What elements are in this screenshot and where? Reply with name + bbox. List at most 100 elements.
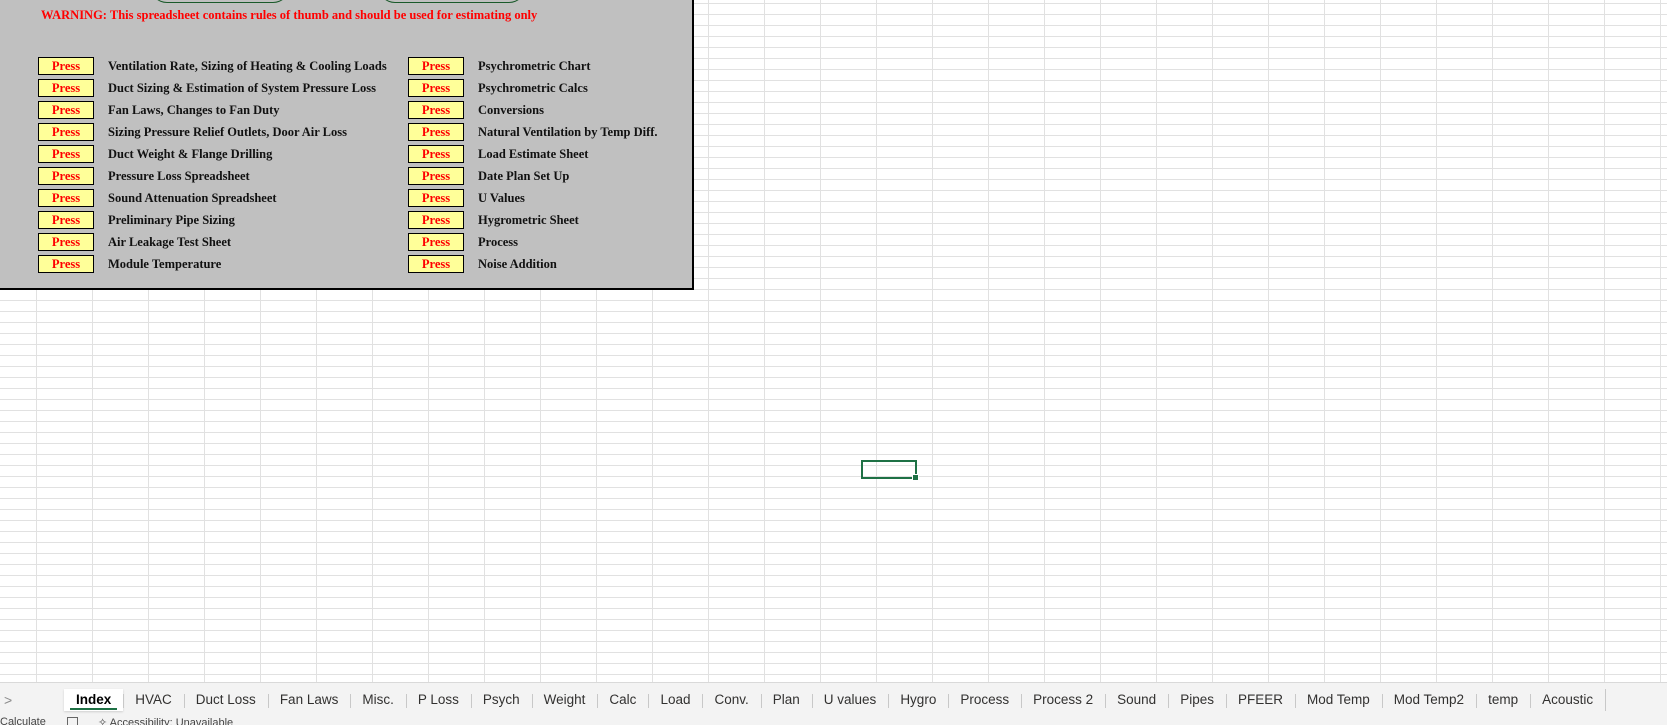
tab-duct-loss[interactable]: Duct Loss	[183, 689, 268, 711]
tab-label: Psych	[482, 691, 520, 707]
tab-acoustic[interactable]: Acoustic	[1530, 689, 1605, 711]
menu-row: Press Ventilation Rate, Sizing of Heating…	[38, 57, 387, 75]
status-bar: Calculate ✧ Accessibility: Unavailable	[0, 715, 1667, 725]
tab-label: Sound	[1117, 691, 1157, 707]
tab-pfeer[interactable]: PFEER	[1225, 689, 1295, 711]
menu-row: Press Preliminary Pipe Sizing	[38, 211, 235, 229]
sheet-view-icon[interactable]	[67, 717, 78, 725]
menu-label: Sizing Pressure Relief Outlets, Door Air…	[108, 124, 347, 139]
press-button[interactable]: Press	[38, 101, 94, 119]
tab-label: Calc	[609, 691, 637, 707]
tab-mod-temp2[interactable]: Mod Temp2	[1381, 689, 1476, 711]
tab-label: U values	[823, 691, 877, 707]
tab-label: Misc.	[362, 691, 394, 707]
menu-row: Press Fan Laws, Changes to Fan Duty	[38, 101, 280, 119]
press-button[interactable]: Press	[408, 255, 464, 273]
tab-label: Acoustic	[1542, 691, 1594, 707]
menu-label: Ventilation Rate, Sizing of Heating & Co…	[108, 58, 387, 73]
menu-label: Fan Laws, Changes to Fan Duty	[108, 102, 280, 117]
tab-label: PFEER	[1237, 691, 1283, 707]
decorative-shape	[150, 0, 290, 3]
menu-label: Duct Weight & Flange Drilling	[108, 146, 273, 161]
tab-label: Plan	[772, 691, 800, 707]
menu-label: Date Plan Set Up	[478, 168, 570, 183]
menu-row: Press Duct Weight & Flange Drilling	[38, 145, 272, 163]
tab-label: P Loss	[417, 691, 459, 707]
tab-load[interactable]: Load	[648, 689, 702, 711]
press-button[interactable]: Press	[38, 145, 94, 163]
menu-label: Noise Addition	[478, 256, 557, 271]
press-button[interactable]: Press	[408, 211, 464, 229]
tab-sound[interactable]: Sound	[1105, 689, 1168, 711]
press-button[interactable]: Press	[38, 255, 94, 273]
menu-row: Press Load Estimate Sheet	[408, 145, 588, 163]
index-panel: WARNING: This spreadsheet contains rules…	[0, 0, 694, 290]
press-button[interactable]: Press	[38, 233, 94, 251]
tab-weight[interactable]: Weight	[531, 689, 598, 711]
press-button[interactable]: Press	[38, 167, 94, 185]
tab-label: HVAC	[135, 691, 172, 707]
tab-temp[interactable]: temp	[1476, 689, 1530, 711]
tab-process[interactable]: Process	[948, 689, 1021, 711]
tab-pipes[interactable]: Pipes	[1168, 689, 1226, 711]
tab-process-2[interactable]: Process 2	[1021, 689, 1105, 711]
tab-calc[interactable]: Calc	[597, 689, 648, 711]
menu-label: Duct Sizing & Estimation of System Press…	[108, 80, 376, 95]
tab-conv[interactable]: Conv.	[702, 689, 760, 711]
press-button[interactable]: Press	[408, 189, 464, 207]
menu-row: Press Module Temperature	[38, 255, 221, 273]
tab-label: Mod Temp2	[1393, 691, 1465, 707]
press-button[interactable]: Press	[38, 211, 94, 229]
tab-label: Process	[960, 691, 1010, 707]
tab-mod-temp[interactable]: Mod Temp	[1294, 689, 1382, 711]
menu-label: Psychrometric Calcs	[478, 80, 588, 95]
press-button[interactable]: Press	[408, 167, 464, 185]
tab-hvac[interactable]: HVAC	[123, 689, 184, 711]
tab-fan-laws[interactable]: Fan Laws	[267, 689, 351, 711]
tab-psych[interactable]: Psych	[470, 689, 532, 711]
calculate-status[interactable]: Calculate	[0, 716, 46, 725]
press-button[interactable]: Press	[408, 57, 464, 75]
tab-label: Fan Laws	[279, 691, 339, 707]
tab-label: Mod Temp	[1306, 691, 1370, 707]
menu-label: Pressure Loss Spreadsheet	[108, 168, 250, 183]
menu-label: Module Temperature	[108, 256, 222, 271]
tab-label: temp	[1488, 691, 1519, 707]
press-button[interactable]: Press	[38, 123, 94, 141]
tab-plan[interactable]: Plan	[760, 689, 812, 711]
tab-hygro[interactable]: Hygro	[888, 689, 948, 711]
press-button[interactable]: Press	[408, 79, 464, 97]
menu-label: Load Estimate Sheet	[478, 146, 589, 161]
press-button[interactable]: Press	[408, 145, 464, 163]
menu-row: Press Sizing Pressure Relief Outlets, Doo…	[38, 123, 347, 141]
tab-label: Pipes	[1180, 691, 1214, 707]
press-button[interactable]: Press	[38, 189, 94, 207]
menu-row: Press Psychrometric Calcs	[408, 79, 588, 97]
menu-row: Press Pressure Loss Spreadsheet	[38, 167, 250, 185]
menu-label: U Values	[478, 190, 525, 205]
press-button[interactable]: Press	[38, 79, 94, 97]
accessibility-status[interactable]: ✧ Accessibility: Unavailable	[98, 716, 233, 725]
menu-row: Press Process	[408, 233, 518, 251]
menu-label: Process	[478, 234, 519, 249]
tab-p-loss[interactable]: P Loss	[405, 689, 471, 711]
tab-u-values[interactable]: U values	[811, 689, 889, 711]
press-button[interactable]: Press	[38, 57, 94, 75]
menu-row: Press Date Plan Set Up	[408, 167, 569, 185]
tab-divider	[1605, 688, 1607, 711]
tab-label: Index	[76, 691, 112, 707]
menu-label: Sound Attenuation Spreadsheet	[108, 190, 277, 205]
selected-cell[interactable]	[861, 460, 919, 481]
tab-misc[interactable]: Misc.	[350, 689, 406, 711]
menu-row: Press Conversions	[408, 101, 544, 119]
menu-row: Press Natural Ventilation by Temp Diff.	[408, 123, 658, 141]
tab-index[interactable]: Index	[64, 688, 124, 711]
accessibility-icon: ✧	[98, 717, 108, 725]
press-button[interactable]: Press	[408, 101, 464, 119]
menu-label: Preliminary Pipe Sizing	[108, 212, 235, 227]
press-button[interactable]: Press	[408, 123, 464, 141]
chevron-right-icon[interactable]: >	[0, 692, 64, 708]
menu-label: Hygrometric Sheet	[478, 212, 579, 227]
sheet-tab-bar: > Index HVAC Duct Loss Fan Laws Misc. P …	[0, 682, 1667, 716]
press-button[interactable]: Press	[408, 233, 464, 251]
